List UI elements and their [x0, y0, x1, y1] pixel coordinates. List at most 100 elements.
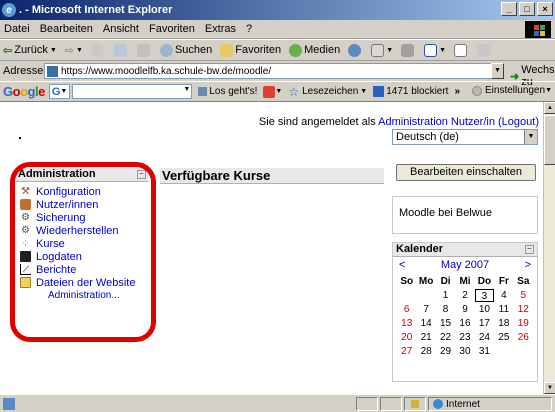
calendar-day[interactable]: 9 — [455, 303, 474, 316]
calendar-day[interactable]: 21 — [416, 331, 435, 344]
calendar-day[interactable]: 17 — [475, 317, 494, 330]
calendar-day[interactable]: 16 — [455, 317, 474, 330]
lock-icon — [411, 400, 419, 408]
stop-button[interactable] — [90, 43, 106, 57]
calendar-weekday: Sa — [517, 276, 530, 287]
calendar-day[interactable]: 25 — [494, 331, 513, 344]
calendar-day[interactable]: 26 — [514, 331, 533, 344]
popup-blocker-button[interactable]: 1471 blockiert — [373, 86, 448, 97]
menu-ansicht[interactable]: Ansicht — [103, 23, 139, 35]
calendar-day[interactable]: 24 — [475, 331, 494, 344]
calendar-day[interactable]: 15 — [436, 317, 455, 330]
chevron-down-icon: ▼ — [524, 130, 537, 144]
calendar-day[interactable]: 28 — [416, 345, 435, 358]
current-month-link[interactable]: May 2007 — [441, 259, 489, 271]
scroll-down-button[interactable]: ▼ — [544, 382, 555, 394]
calendar-weekday: Fr — [498, 276, 509, 287]
calendar-day[interactable]: 13 — [397, 317, 416, 330]
lock-cell — [404, 397, 426, 411]
calendar-day[interactable]: 4 — [494, 289, 513, 302]
maximize-button[interactable]: □ — [519, 2, 535, 16]
calendar-day[interactable]: 5 — [514, 289, 533, 302]
word-button[interactable]: ▼ — [424, 43, 446, 57]
back-button[interactable]: ⇦ Zurück ▼ — [3, 44, 57, 57]
stop-icon — [90, 43, 104, 57]
available-courses-heading: Verfügbare Kurse — [160, 168, 384, 184]
calendar-block: Kalender – < May 2007 > So Mo Di Mi Do Fr Sa 1 2… — [392, 242, 538, 382]
media-button[interactable]: Medien — [289, 43, 340, 57]
close-button[interactable]: × — [537, 2, 553, 16]
address-label: Adresse — [3, 65, 44, 77]
menu-extras[interactable]: Extras — [205, 23, 236, 35]
calendar-day[interactable]: 8 — [436, 303, 455, 316]
calendar-day[interactable]: 12 — [514, 303, 533, 316]
calendar-day[interactable]: 27 — [397, 345, 416, 358]
more-chevron-icon[interactable]: » — [454, 86, 460, 97]
google-news-button[interactable]: ▼ — [263, 85, 282, 98]
language-select[interactable]: Deutsch (de) ▼ — [392, 129, 538, 145]
search-button[interactable]: Suchen — [159, 43, 212, 57]
calendar-day[interactable]: 7 — [416, 303, 435, 316]
scroll-up-button[interactable]: ▲ — [544, 102, 555, 114]
google-toolbar: Google G▼ Los geht's! ▼ ☆ Lesezeichen ▼ … — [0, 81, 555, 102]
status-cell — [380, 397, 402, 411]
google-go-button[interactable]: Los geht's! — [198, 86, 257, 97]
google-menu-button[interactable]: G ▼ — [48, 84, 71, 99]
calendar-day[interactable]: 3 — [474, 289, 495, 302]
calendar-weekday: Mo — [418, 276, 434, 287]
calendar-grid: So Mo Di Mi Do Fr Sa 1 2 3 4 5 6 7 8 9 10 11 12 13 14 15 16 17 1… — [393, 273, 537, 358]
calendar-day[interactable]: 29 — [436, 345, 455, 358]
forward-button[interactable]: ⇨ ▼ — [65, 44, 83, 57]
menu-help[interactable]: ? — [246, 23, 252, 35]
menu-favoriten[interactable]: Favoriten — [149, 23, 195, 35]
forward-arrow-icon: ⇨ — [64, 44, 74, 57]
minimize-button[interactable]: _ — [501, 2, 517, 16]
edit-page-button[interactable] — [454, 43, 469, 57]
calendar-day[interactable]: 23 — [455, 331, 474, 344]
settings-button[interactable]: Einstellungen ▼ — [472, 85, 552, 96]
print-button[interactable] — [401, 43, 416, 57]
menu-bearbeiten[interactable]: Bearbeiten — [40, 23, 93, 35]
logout-link[interactable]: (Logout) — [498, 116, 539, 128]
settings-icon — [472, 85, 483, 96]
calendar-day[interactable]: 1 — [436, 289, 455, 302]
calendar-day[interactable]: 22 — [436, 331, 455, 344]
user-profile-link[interactable]: Administration Nutzer/in — [378, 116, 495, 128]
bookmarks-button[interactable]: ☆ Lesezeichen ▼ — [288, 85, 367, 99]
prev-month-link[interactable]: < — [399, 259, 405, 271]
messenger-button[interactable] — [477, 43, 492, 57]
calendar-day[interactable]: 11 — [494, 303, 513, 316]
calendar-day[interactable]: 20 — [397, 331, 416, 344]
calendar-day[interactable]: 30 — [455, 345, 474, 358]
popup-blocker-icon — [373, 86, 385, 97]
history-icon — [348, 43, 362, 57]
calendar-day[interactable]: 31 — [475, 345, 494, 358]
scroll-thumb[interactable] — [544, 115, 555, 165]
collapse-icon[interactable]: – — [525, 245, 534, 254]
calendar-day[interactable]: 14 — [416, 317, 435, 330]
binoculars-icon — [198, 87, 208, 96]
search-icon — [159, 43, 173, 57]
home-button[interactable] — [136, 43, 152, 57]
mail-button[interactable]: ▼ — [371, 43, 393, 57]
calendar-weekday: Di — [440, 276, 451, 287]
address-input[interactable]: https://www.moodlelfb.ka.schule-bw.de/mo… — [44, 63, 492, 79]
menu-datei[interactable]: Datei — [4, 23, 30, 35]
site-title: . — [18, 126, 22, 142]
next-month-link[interactable]: > — [525, 259, 531, 271]
calendar-day[interactable]: 2 — [455, 289, 474, 302]
history-button[interactable] — [348, 43, 363, 57]
edit-mode-button[interactable]: Bearbeiten einschalten — [396, 164, 536, 181]
google-search-input[interactable] — [72, 84, 193, 99]
calendar-day[interactable]: 19 — [514, 317, 533, 330]
status-bar: Internet — [0, 394, 555, 412]
calendar-day — [514, 345, 533, 358]
refresh-button[interactable] — [113, 43, 129, 57]
vertical-scrollbar[interactable]: ▲ ▼ — [543, 102, 555, 394]
favorites-button[interactable]: Favoriten — [220, 43, 281, 57]
address-dropdown[interactable]: ▼ — [491, 63, 504, 79]
calendar-day[interactable]: 10 — [475, 303, 494, 316]
calendar-day[interactable]: 6 — [397, 303, 416, 316]
calendar-day[interactable]: 18 — [494, 317, 513, 330]
print-icon — [401, 43, 415, 57]
